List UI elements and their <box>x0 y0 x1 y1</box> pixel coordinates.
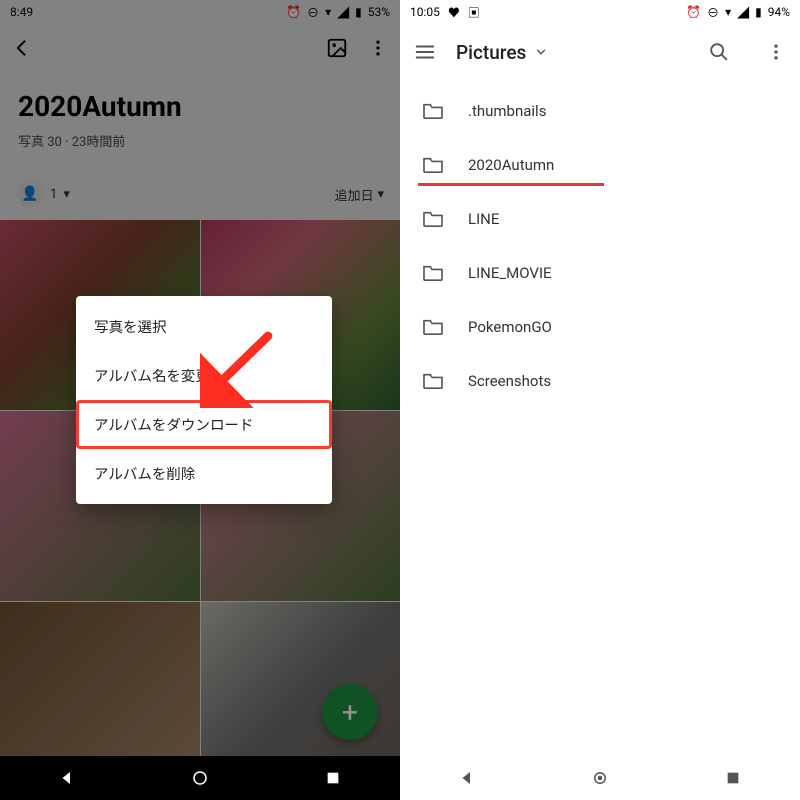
signal-icon: ◢ <box>737 4 749 21</box>
photo-icon[interactable] <box>326 37 348 59</box>
folder-name: PokemonGO <box>468 318 552 336</box>
add-photo-fab[interactable]: + <box>322 684 378 740</box>
back-icon[interactable] <box>12 38 32 58</box>
folder-item-line[interactable]: LINE <box>400 192 800 246</box>
app-bar <box>0 24 400 72</box>
folder-icon <box>422 210 444 228</box>
nav-back-icon[interactable] <box>56 767 78 789</box>
nav-recent-icon[interactable] <box>322 767 344 789</box>
menu-icon[interactable] <box>414 41 436 63</box>
folder-icon <box>422 156 444 174</box>
system-nav-bar <box>400 756 800 800</box>
files-toolbar: Pictures <box>400 24 800 80</box>
folder-item-screenshots[interactable]: Screenshots <box>400 354 800 408</box>
dnd-icon: ⊖ <box>707 4 719 21</box>
annotation-underline <box>418 183 604 186</box>
folder-name: LINE_MOVIE <box>468 264 552 282</box>
alarm-icon: ⏰ <box>686 5 701 19</box>
status-bar: 8:49 ⏰ ⊖ ▾ ◢ ▮ 53% <box>0 0 400 24</box>
menu-rename-album[interactable]: アルバム名を変更 <box>76 351 332 400</box>
heart-icon: ♥ <box>448 4 460 21</box>
folder-icon <box>422 372 444 390</box>
menu-delete-album[interactable]: アルバムを削除 <box>76 449 332 498</box>
status-indicators: ⏰ ⊖ ▾ ◢ ▮ 94% <box>686 4 790 21</box>
album-age: 23時間前 <box>72 135 126 150</box>
folder-item-thumbnails[interactable]: .thumbnails <box>400 84 800 138</box>
members-button[interactable]: 👤 1 ▾ <box>16 180 70 208</box>
status-indicators: ⏰ ⊖ ▾ ◢ ▮ 53% <box>286 4 390 21</box>
search-icon[interactable] <box>708 41 730 63</box>
app-icon: ▣ <box>468 4 480 21</box>
status-time: 8:49 <box>10 5 33 19</box>
album-app-screen: 8:49 ⏰ ⊖ ▾ ◢ ▮ 53% 202 <box>0 0 400 800</box>
nav-back-icon[interactable] <box>456 767 478 789</box>
menu-select-photos[interactable]: 写真を選択 <box>76 302 332 351</box>
folder-dropdown[interactable]: Pictures <box>456 41 548 64</box>
wifi-icon: ▾ <box>725 5 731 19</box>
folder-item-2020autumn[interactable]: 2020Autumn <box>400 138 800 192</box>
album-meta-row: 👤 1 ▾ 追加日 ▾ <box>0 174 400 220</box>
member-count: 1 <box>50 187 57 202</box>
battery-icon: ▮ <box>355 5 362 19</box>
system-nav-bar <box>0 756 400 800</box>
folder-icon <box>422 102 444 120</box>
chevron-down-icon: ▾ <box>63 187 70 202</box>
folder-list: .thumbnails 2020Autumn LINE LINE_MOVIE P… <box>400 80 800 412</box>
wifi-icon: ▾ <box>325 5 331 19</box>
album-options-menu: 写真を選択 アルバム名を変更 アルバムをダウンロード アルバムを削除 <box>76 296 332 504</box>
battery-icon: ▮ <box>755 5 762 19</box>
dnd-icon: ⊖ <box>307 4 319 21</box>
battery-percent: 94% <box>768 5 790 19</box>
more-icon[interactable] <box>766 42 786 62</box>
more-icon[interactable] <box>368 38 388 58</box>
nav-recent-icon[interactable] <box>722 767 744 789</box>
folder-icon <box>422 264 444 282</box>
album-title: 2020Autumn <box>0 72 400 127</box>
sort-label: 追加日 <box>334 185 373 204</box>
files-app-screen: 10:05 ♥ ▣ ⏰ ⊖ ▾ ◢ ▮ 94% Pictures <box>400 0 800 800</box>
menu-download-album[interactable]: アルバムをダウンロード <box>76 400 332 449</box>
folder-name: Screenshots <box>468 372 551 390</box>
sort-button[interactable]: 追加日 ▾ <box>334 185 384 204</box>
folder-item-pokemongo[interactable]: PokemonGO <box>400 300 800 354</box>
album-subtitle: 写真 30 · 23時間前 <box>0 127 400 174</box>
alarm-icon: ⏰ <box>286 5 301 19</box>
folder-item-line-movie[interactable]: LINE_MOVIE <box>400 246 800 300</box>
folder-icon <box>422 318 444 336</box>
folder-title: Pictures <box>456 41 526 64</box>
status-time: 10:05 <box>410 5 440 19</box>
signal-icon: ◢ <box>337 4 349 21</box>
avatar-icon: 👤 <box>16 180 44 208</box>
battery-percent: 53% <box>368 5 390 19</box>
nav-home-icon[interactable] <box>589 767 611 789</box>
photo-count: 写真 30 <box>18 135 62 150</box>
chevron-down-icon <box>534 45 548 59</box>
chevron-down-icon: ▾ <box>377 187 384 202</box>
folder-name: .thumbnails <box>468 102 546 120</box>
status-bar: 10:05 ♥ ▣ ⏰ ⊖ ▾ ◢ ▮ 94% <box>400 0 800 24</box>
plus-icon: + <box>342 696 358 729</box>
folder-name: LINE <box>468 210 499 228</box>
folder-name: 2020Autumn <box>468 156 554 174</box>
nav-home-icon[interactable] <box>189 767 211 789</box>
